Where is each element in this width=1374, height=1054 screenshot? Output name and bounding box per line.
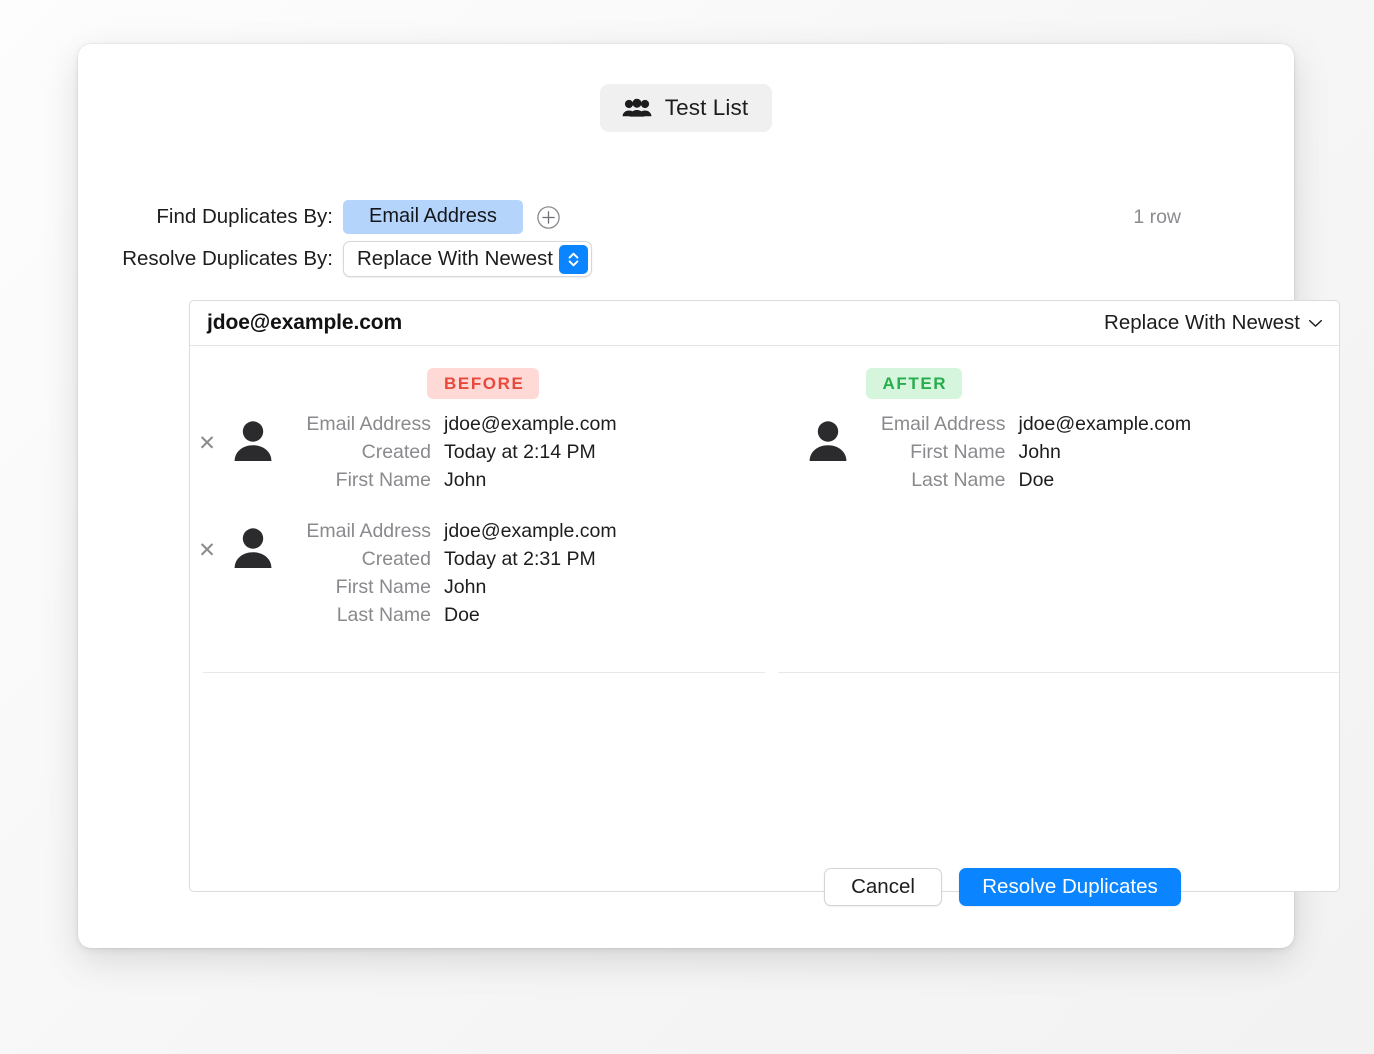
- chevron-down-icon: [1308, 318, 1323, 328]
- field-label: Email Address: [880, 413, 1006, 435]
- find-duplicates-row: Find Duplicates By: Email Address: [78, 196, 1294, 238]
- before-pane: BEFORE ✕ Email Address jdoe@example.com: [190, 346, 765, 891]
- record-field: Last Name Doe: [282, 604, 617, 632]
- close-x-icon[interactable]: ✕: [190, 518, 224, 561]
- record-field: First Name John: [282, 576, 617, 604]
- resolve-duplicates-dialog: Test List Find Duplicates By: Email Addr…: [78, 44, 1340, 948]
- field-value: Today at 2:14 PM: [444, 441, 596, 463]
- field-value: jdoe@example.com: [444, 520, 617, 542]
- resolve-duplicates-button[interactable]: Resolve Duplicates: [959, 868, 1181, 906]
- field-label: Email Address: [306, 520, 431, 542]
- field-label: Last Name: [911, 469, 1006, 491]
- before-badge-row: BEFORE: [190, 368, 765, 399]
- after-record-1: Email Address jdoe@example.com First Nam…: [765, 411, 1340, 497]
- record-fields: Email Address jdoe@example.com First Nam…: [857, 411, 1192, 497]
- field-value: Today at 2:31 PM: [444, 548, 596, 570]
- field-value: Doe: [444, 604, 480, 626]
- record-field: Email Address jdoe@example.com: [282, 413, 617, 441]
- record-field: Created Today at 2:31 PM: [282, 548, 617, 576]
- record-field: Last Name Doe: [857, 469, 1192, 497]
- field-label: First Name: [335, 576, 431, 598]
- person-avatar-icon: [224, 411, 282, 463]
- field-label: Created: [361, 441, 431, 463]
- resolve-duplicates-row: Resolve Duplicates By: Replace With Newe…: [78, 206, 1294, 280]
- field-label: Last Name: [336, 604, 431, 626]
- dialog-footer: Cancel Resolve Duplicates: [824, 868, 1181, 906]
- field-value: jdoe@example.com: [1018, 413, 1192, 435]
- group-resolution-dropdown[interactable]: Replace With Newest: [1104, 311, 1323, 335]
- field-label: First Name: [335, 469, 431, 491]
- before-record-2: ✕ Email Address jdoe@example.com Created…: [190, 518, 765, 632]
- up-down-chevron-icon: [558, 245, 588, 274]
- resolve-strategy-select[interactable]: Replace With Newest: [343, 241, 592, 277]
- record-fields: Email Address jdoe@example.com Created T…: [282, 411, 617, 497]
- pane-divider-right: [778, 672, 1339, 673]
- resolve-strategy-value: Replace With Newest: [357, 247, 553, 270]
- record-field: Email Address jdoe@example.com: [282, 520, 617, 548]
- list-title-label: Test List: [664, 95, 749, 120]
- record-field: First Name John: [857, 441, 1192, 469]
- cancel-button[interactable]: Cancel: [824, 868, 942, 906]
- duplicates-table: jdoe@example.com Replace With Newest BEF…: [189, 300, 1340, 892]
- record-field: Created Today at 2:14 PM: [282, 441, 617, 469]
- duplicate-group-key: jdoe@example.com: [207, 311, 403, 334]
- dialog-title-area: Test List: [78, 44, 1294, 132]
- field-label: First Name: [910, 441, 1006, 463]
- person-avatar-icon: [224, 518, 282, 570]
- close-x-icon[interactable]: ✕: [190, 411, 224, 454]
- field-label: Created: [361, 548, 431, 570]
- row-count-label: 1 row: [1133, 205, 1181, 228]
- group-resolution-label: Replace With Newest: [1104, 311, 1300, 334]
- duplicate-group-header: jdoe@example.com Replace With Newest: [190, 301, 1339, 346]
- field-value: John: [444, 576, 487, 598]
- list-title-chip[interactable]: Test List: [599, 84, 773, 132]
- record-field: Email Address jdoe@example.com: [857, 413, 1192, 441]
- after-pane: AFTER Email Address jdoe@example.com Fir…: [765, 346, 1340, 891]
- before-record-1: ✕ Email Address jdoe@example.com Created…: [190, 411, 765, 497]
- find-duplicates-token[interactable]: Email Address: [343, 200, 523, 234]
- field-value: Doe: [1018, 469, 1055, 491]
- after-badge-row: AFTER: [765, 368, 1340, 399]
- record-fields: Email Address jdoe@example.com Created T…: [282, 518, 617, 632]
- field-value: John: [444, 469, 487, 491]
- resolve-duplicates-label: Resolve Duplicates By:: [122, 247, 333, 270]
- before-after-panes: BEFORE ✕ Email Address jdoe@example.com: [190, 346, 1340, 891]
- after-badge: AFTER: [865, 368, 963, 399]
- people-group-icon: [622, 98, 652, 118]
- criteria-form: Find Duplicates By: Email Address Resolv…: [78, 196, 1294, 280]
- find-duplicates-label: Find Duplicates By:: [156, 205, 333, 228]
- plus-circle-icon[interactable]: [536, 205, 561, 230]
- before-badge: BEFORE: [427, 368, 540, 399]
- pane-divider-left: [203, 672, 765, 673]
- person-avatar-icon: [799, 411, 857, 463]
- field-label: Email Address: [306, 413, 431, 435]
- record-field: First Name John: [282, 469, 617, 497]
- field-value: jdoe@example.com: [444, 413, 617, 435]
- field-value: John: [1018, 441, 1061, 463]
